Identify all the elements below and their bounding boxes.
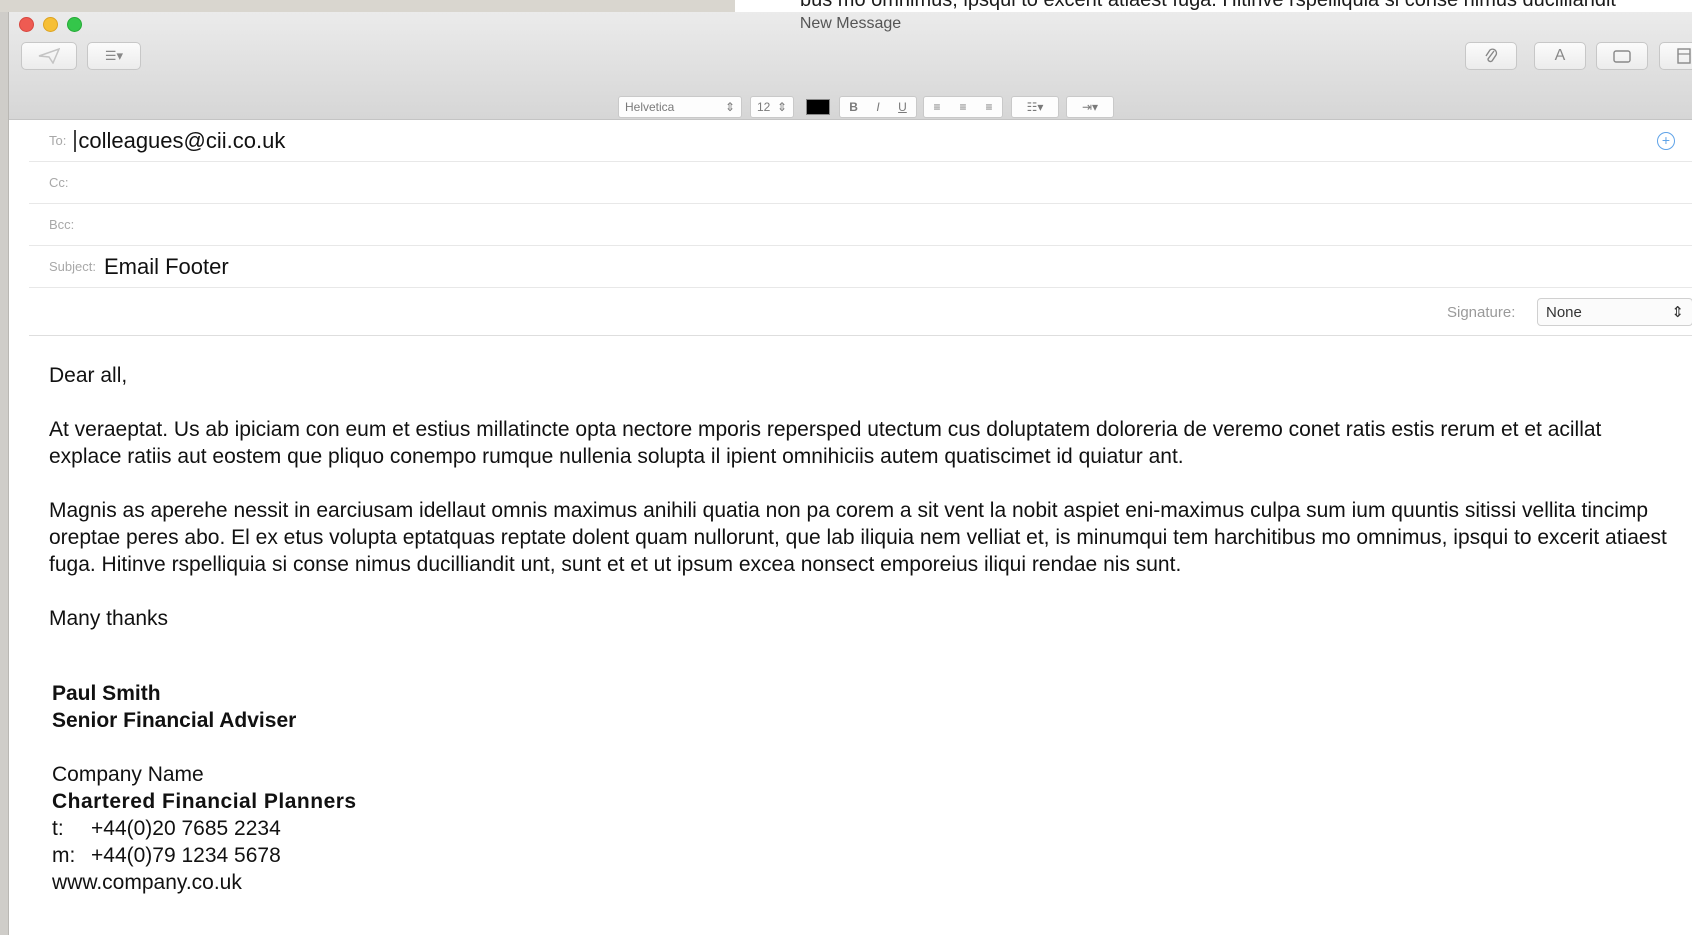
telephone-label: t: — [52, 817, 64, 840]
telephone-value: +44(0)20 7685 2234 — [91, 817, 281, 840]
mobile-label: m: — [52, 844, 76, 867]
cc-field-row[interactable]: Cc: — [29, 162, 1692, 204]
attach-button[interactable] — [1465, 42, 1517, 70]
greeting: Dear all, — [49, 364, 128, 387]
font-icon: A — [1554, 47, 1566, 64]
signature-select[interactable]: None ⇕ — [1537, 298, 1692, 326]
message-body[interactable]: Dear all, At veraeptat. Us ab ipiciam co… — [49, 362, 1669, 659]
body-paragraph-2: Magnis as aperehe nessit in earciusam id… — [49, 499, 1667, 576]
list-button[interactable]: ☷▾ — [1011, 96, 1059, 118]
photo-browser-button[interactable] — [1596, 42, 1648, 70]
subject-label: Subject: — [49, 259, 96, 274]
underline-button[interactable]: U — [898, 100, 907, 114]
body-paragraph-1: At veraeptat. Us ab ipiciam con eum et e… — [49, 418, 1602, 468]
indent-icon: ⇥▾ — [1081, 100, 1099, 114]
text-color-swatch[interactable] — [806, 99, 830, 115]
window-title: New Message — [799, 15, 902, 32]
to-field[interactable]: colleagues@cii.co.uk — [78, 128, 285, 154]
title-bar: New Message ☰▾ A Helvetica ⇕ 12 ⇕ B I U … — [9, 12, 1692, 120]
header-fields-button[interactable]: ☰▾ — [87, 42, 141, 70]
paper-plane-icon — [38, 48, 60, 64]
align-center-icon[interactable]: ≡ — [959, 100, 966, 114]
signature-label: Signature: — [1447, 304, 1516, 321]
list-bullets-icon: ☷▾ — [1026, 100, 1044, 114]
mobile-value: +44(0)79 1234 5678 — [91, 844, 281, 867]
signature-name: Paul Smith — [52, 682, 161, 705]
subject-field[interactable]: Email Footer — [104, 254, 229, 280]
font-select[interactable]: Helvetica ⇕ — [618, 96, 742, 118]
stepper-icon: ⇕ — [1671, 304, 1684, 321]
format-icon — [1677, 48, 1691, 64]
signature-website: www.company.co.uk — [52, 871, 242, 894]
to-field-row: To: colleagues@cii.co.uk + — [29, 120, 1692, 162]
list-icon: ☰▾ — [104, 48, 124, 63]
align-right-icon[interactable]: ≡ — [985, 100, 992, 114]
compose-window: New Message ☰▾ A Helvetica ⇕ 12 ⇕ B I U … — [8, 12, 1692, 935]
font-size-select[interactable]: 12 ⇕ — [750, 96, 794, 118]
alignment-group: ≡ ≡ ≡ — [923, 96, 1003, 118]
bcc-label: Bcc: — [49, 217, 75, 232]
bold-button[interactable]: B — [849, 100, 858, 114]
font-size-value: 12 — [757, 100, 771, 114]
signature-telephone: t: +44(0)20 7685 2234 — [52, 815, 357, 842]
stepper-icon: ⇕ — [724, 100, 735, 114]
text-caret — [74, 129, 77, 152]
signature-company-subtitle: Chartered Financial Planners — [52, 790, 357, 813]
paperclip-icon — [1485, 48, 1498, 63]
indent-button[interactable]: ⇥▾ — [1066, 96, 1114, 118]
signature-row: Signature: None ⇕ — [29, 288, 1692, 336]
fonts-button[interactable]: A — [1534, 42, 1586, 70]
text-style-group: B I U — [839, 96, 917, 118]
closing: Many thanks — [49, 607, 169, 630]
format-bar: Helvetica ⇕ 12 ⇕ B I U ≡ ≡ ≡ ☷▾ ⇥▾ — [9, 86, 1692, 120]
italic-button[interactable]: I — [876, 100, 879, 114]
add-contact-icon[interactable]: + — [1657, 132, 1675, 150]
email-signature: Paul Smith Senior Financial Adviser Comp… — [52, 680, 357, 896]
photo-icon — [1613, 50, 1631, 63]
signature-job-title: Senior Financial Adviser — [52, 709, 297, 732]
format-bar-button[interactable] — [1659, 42, 1692, 70]
signature-select-value: None — [1546, 303, 1582, 321]
background-window — [0, 0, 735, 12]
signature-company-name: Company Name — [52, 763, 204, 786]
align-left-icon[interactable]: ≡ — [933, 100, 940, 114]
subject-field-row: Subject: Email Footer — [29, 246, 1692, 288]
font-select-value: Helvetica — [625, 100, 675, 114]
stepper-icon: ⇕ — [776, 100, 787, 114]
bcc-field-row[interactable]: Bcc: — [29, 204, 1692, 246]
signature-mobile: m: +44(0)79 1234 5678 — [52, 842, 357, 869]
cc-label: Cc: — [49, 175, 69, 190]
background-document-text: bus mo omnimus, ipsqui to excerit atiaes… — [800, 0, 1616, 11]
send-button[interactable] — [21, 42, 77, 70]
to-label: To: — [49, 133, 67, 148]
